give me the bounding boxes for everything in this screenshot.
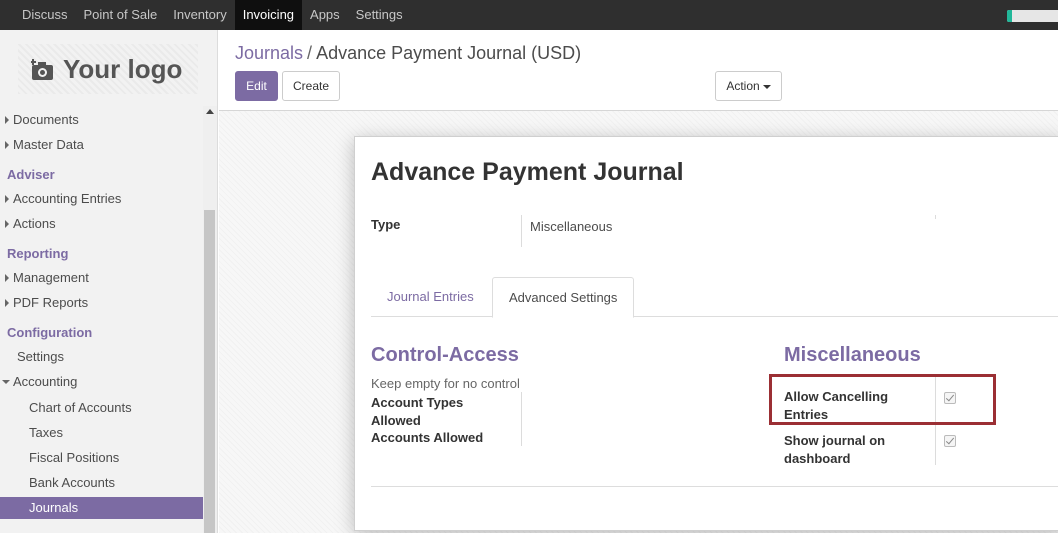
- sidebar-item-label: Actions: [13, 216, 56, 231]
- sidebar: Your logo Documents Master Data Adviser …: [0, 30, 218, 533]
- top-navbar: Discuss Point of Sale Inventory Invoicin…: [0, 0, 1058, 30]
- journal-name: Advance Payment Journal: [371, 158, 684, 186]
- action-label: Action: [726, 79, 760, 93]
- breadcrumb: Journals / Advance Payment Journal (USD): [235, 43, 581, 64]
- tab-advanced-settings[interactable]: Advanced Settings: [492, 277, 635, 318]
- sidebar-item-documents[interactable]: Documents: [0, 109, 203, 131]
- scroll-up-arrow-icon[interactable]: [206, 109, 214, 114]
- sidebar-item-label: Fiscal Positions: [29, 450, 120, 465]
- sidebar-item-label: Bank Accounts: [29, 475, 115, 490]
- sidebar-item-label: Journals: [29, 500, 79, 515]
- logo-content: Your logo: [31, 54, 182, 85]
- menu-invoicing[interactable]: Invoicing: [234, 0, 303, 30]
- show-on-dashboard-label: Show journal on dashboard: [784, 433, 886, 466]
- caret-right-icon: [5, 195, 9, 203]
- sidebar-item-label: Management: [13, 270, 89, 285]
- sidebar-item-journals[interactable]: Journals: [0, 497, 203, 519]
- sidebar-item-label: Taxes: [29, 425, 63, 440]
- field-divider: [521, 392, 522, 446]
- main-content: Journals / Advance Payment Journal (USD) E…: [219, 30, 1058, 533]
- sidebar-item-label: Master Data: [13, 137, 84, 152]
- edit-button[interactable]: Edit: [235, 71, 278, 101]
- sidebar-header-adviser: Adviser: [0, 164, 203, 186]
- sidebar-item-accounting-entries[interactable]: Accounting Entries: [0, 188, 203, 210]
- breadcrumb-current: Advance Payment Journal (USD): [316, 43, 582, 63]
- sidebar-header-label: Adviser: [7, 167, 55, 182]
- caret-down-icon: [762, 84, 771, 89]
- menu-settings[interactable]: Settings: [348, 0, 411, 30]
- sidebar-scrollbar[interactable]: [203, 106, 217, 533]
- sidebar-item-label: Documents: [13, 112, 79, 127]
- create-button[interactable]: Create: [282, 71, 340, 101]
- control-access-title: Control-Access: [371, 344, 519, 366]
- sidebar-header-configuration: Configuration: [0, 322, 203, 344]
- action-dropdown-button[interactable]: Action: [715, 71, 782, 101]
- annotation-highlight-box: [769, 374, 996, 425]
- sidebar-item-settings[interactable]: Settings: [0, 346, 203, 368]
- sidebar-item-label: Settings: [17, 349, 64, 364]
- scrollbar-thumb[interactable]: [204, 210, 215, 533]
- sidebar-item-chart-of-accounts[interactable]: Chart of Accounts: [0, 397, 203, 419]
- sheet-divider: [371, 486, 1058, 487]
- checkmark-icon: [945, 435, 955, 445]
- progress-fill: [1007, 10, 1013, 22]
- sidebar-header-reporting: Reporting: [0, 243, 203, 265]
- sidebar-item-bank-accounts[interactable]: Bank Accounts: [0, 472, 203, 494]
- tab-journal-entries[interactable]: Journal Entries: [371, 277, 490, 317]
- caret-right-icon: [5, 274, 9, 282]
- sidebar-item-actions[interactable]: Actions: [0, 213, 203, 235]
- sidebar-item-fiscal-positions[interactable]: Fiscal Positions: [0, 447, 203, 469]
- company-logo[interactable]: Your logo: [18, 44, 198, 94]
- breadcrumb-separator: /: [307, 43, 313, 63]
- caret-right-icon: [5, 141, 9, 149]
- menu-discuss[interactable]: Discuss: [14, 0, 76, 30]
- breadcrumb-journals-link[interactable]: Journals: [235, 43, 303, 63]
- form-sheet: Advance Payment Journal Type Miscellaneo…: [354, 136, 1058, 531]
- sidebar-item-master-data[interactable]: Master Data: [0, 134, 203, 156]
- sidebar-header-label: Reporting: [7, 246, 69, 261]
- top-menu: Discuss Point of Sale Inventory Invoicin…: [14, 0, 411, 30]
- sidebar-item-accounting[interactable]: Accounting: [0, 371, 203, 393]
- menu-point-of-sale[interactable]: Point of Sale: [76, 0, 166, 30]
- control-access-help: Keep empty for no control: [371, 376, 520, 391]
- sidebar-header-label: Configuration: [7, 325, 93, 340]
- field-divider: [521, 215, 522, 247]
- field-divider: [935, 215, 936, 219]
- caret-right-icon: [5, 116, 9, 124]
- sidebar-item-taxes[interactable]: Taxes: [0, 422, 203, 444]
- sidebar-item-label: Accounting: [13, 374, 78, 389]
- menu-inventory[interactable]: Inventory: [165, 0, 234, 30]
- camera-plus-icon: [31, 58, 55, 81]
- type-label: Type: [371, 217, 401, 232]
- show-on-dashboard-checkbox[interactable]: [944, 435, 956, 447]
- sidebar-item-pdf-reports[interactable]: PDF Reports: [0, 292, 203, 314]
- menu-apps[interactable]: Apps: [302, 0, 348, 30]
- miscellaneous-title: Miscellaneous: [784, 344, 921, 366]
- sidebar-item-label: Chart of Accounts: [29, 400, 132, 415]
- sidebar-item-label: PDF Reports: [13, 295, 89, 310]
- sidebar-item-management[interactable]: Management: [0, 267, 203, 289]
- caret-right-icon: [5, 299, 9, 307]
- caret-down-icon: [2, 380, 10, 384]
- sidebar-item-label: Accounting Entries: [13, 191, 122, 206]
- caret-right-icon: [5, 220, 9, 228]
- accounts-allowed-label: Accounts Allowed: [371, 430, 484, 445]
- notebook-tabs: Journal Entries Advanced Settings: [371, 277, 1058, 318]
- logo-text: Your logo: [63, 54, 183, 84]
- type-value[interactable]: Miscellaneous: [530, 219, 612, 234]
- account-types-allowed-label: Account Types Allowed: [371, 395, 464, 428]
- progress-bar: [1007, 10, 1058, 22]
